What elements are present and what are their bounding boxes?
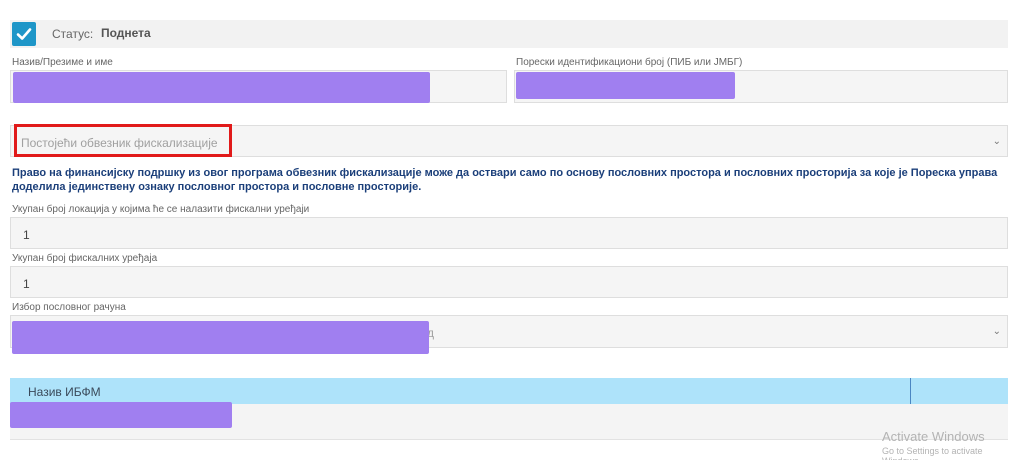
locations-label: Укупан број локација у којима ће се нала… bbox=[12, 204, 310, 215]
watermark-subtitle: Go to Settings to activate Windows. bbox=[882, 446, 983, 460]
status-value: Поднета bbox=[101, 26, 151, 40]
tax-id-field[interactable] bbox=[514, 70, 1008, 103]
ibfm-table-body bbox=[10, 402, 1008, 440]
tax-id-redaction bbox=[516, 72, 735, 99]
ibfm-column-header: Назив ИБФМ bbox=[28, 385, 101, 399]
ibfm-row-redaction bbox=[10, 402, 232, 428]
chevron-down-icon: ⌄ bbox=[992, 136, 1001, 147]
devices-input[interactable]: 1 bbox=[10, 266, 1008, 298]
highlight-box bbox=[14, 124, 232, 157]
chevron-down-icon: ⌄ bbox=[992, 326, 1001, 337]
locations-value: 1 bbox=[23, 228, 30, 242]
locations-input[interactable]: 1 bbox=[10, 217, 1008, 249]
name-redaction bbox=[13, 72, 430, 103]
watermark-title: Activate Windows bbox=[882, 429, 985, 444]
devices-value: 1 bbox=[23, 277, 30, 291]
column-resize-handle[interactable] bbox=[910, 378, 911, 404]
eligibility-notice: Право на финансијску подршку из овог про… bbox=[12, 167, 998, 193]
checkmark-icon bbox=[12, 22, 36, 46]
account-label: Избор пословног рачуна bbox=[12, 302, 126, 313]
name-label: Назив/Презиме и име bbox=[12, 57, 113, 68]
ibfm-table-header: Назив ИБФМ bbox=[10, 378, 1008, 404]
devices-label: Укупан број фискалних уређаја bbox=[12, 253, 158, 264]
status-label: Статус: bbox=[52, 27, 94, 41]
tax-id-label: Порески идентификациони број (ПИБ или ЈМ… bbox=[516, 57, 743, 68]
status-bar: Статус: Поднета bbox=[10, 20, 1008, 48]
name-field[interactable] bbox=[10, 70, 507, 103]
account-redaction bbox=[12, 321, 429, 354]
